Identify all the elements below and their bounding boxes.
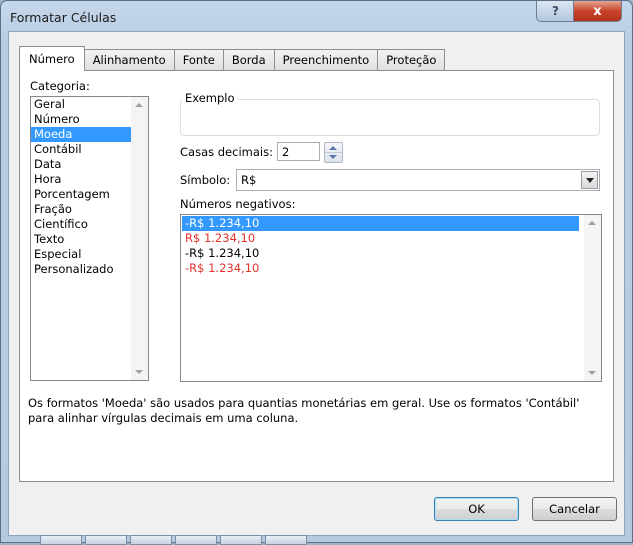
tab-alinhamento[interactable]: Alinhamento (83, 49, 175, 70)
tab-protecao[interactable]: Proteção (377, 49, 446, 70)
help-icon: ? (552, 4, 559, 18)
scroll-up-icon[interactable] (135, 103, 143, 107)
title-bar[interactable]: Formatar Células ? x (1, 1, 632, 35)
tab-numero[interactable]: Número (19, 46, 85, 71)
decimal-places-input[interactable]: 2 (277, 142, 320, 161)
dropdown-button[interactable] (581, 171, 598, 189)
category-item-texto[interactable]: Texto (31, 232, 144, 247)
close-icon: x (593, 3, 602, 19)
symbol-select[interactable]: R$ (236, 169, 600, 191)
negative-format-item[interactable]: R$ 1.234,10 (182, 231, 579, 246)
category-label: Categoria: (30, 79, 90, 93)
dialog-title: Formatar Células (10, 10, 117, 25)
scroll-down-icon[interactable] (135, 370, 143, 374)
sheet-tab (265, 535, 307, 545)
spin-down-icon[interactable] (329, 155, 337, 159)
background-sheet-tabs (40, 535, 307, 545)
scroll-down-icon[interactable] (588, 371, 596, 375)
category-item-contabil[interactable]: Contábil (31, 142, 144, 157)
category-item-especial[interactable]: Especial (31, 247, 144, 262)
number-tab-panel: Categoria: Geral Número Moeda Contábil D… (19, 70, 614, 482)
negative-format-item[interactable]: -R$ 1.234,10 (182, 261, 579, 276)
spin-up-icon[interactable] (329, 146, 337, 150)
ok-button[interactable]: OK (434, 497, 519, 521)
format-cells-dialog: Formatar Células ? x Número Alinhamento … (0, 0, 633, 543)
category-item-moeda[interactable]: Moeda (31, 127, 144, 142)
negative-format-item[interactable]: -R$ 1.234,10 (182, 246, 579, 261)
category-item-hora[interactable]: Hora (31, 172, 144, 187)
dialog-body: Número Alinhamento Fonte Borda Preenchim… (8, 31, 625, 536)
sheet-tab (175, 535, 217, 545)
symbol-label: Símbolo: (180, 173, 231, 187)
negative-numbers-list[interactable]: -R$ 1.234,10 R$ 1.234,10 -R$ 1.234,10 -R… (180, 214, 602, 382)
scroll-up-icon[interactable] (588, 221, 596, 225)
chevron-down-icon (586, 178, 594, 183)
category-item-porcentagem[interactable]: Porcentagem (31, 187, 144, 202)
category-item-cientifico[interactable]: Científico (31, 217, 144, 232)
cancel-button[interactable]: Cancelar (532, 497, 617, 521)
category-item-data[interactable]: Data (31, 157, 144, 172)
sheet-tab (220, 535, 262, 545)
tab-borda[interactable]: Borda (222, 49, 275, 70)
spin-divider (325, 152, 342, 153)
sheet-tab (40, 535, 82, 545)
tab-bar: Número Alinhamento Fonte Borda Preenchim… (19, 46, 446, 71)
format-description: Os formatos 'Moeda' são usados para quan… (28, 396, 580, 425)
symbol-value: R$ (241, 173, 257, 187)
category-item-personalizado[interactable]: Personalizado (31, 262, 144, 277)
category-item-numero[interactable]: Número (31, 112, 144, 127)
decimal-places-spinner[interactable] (324, 142, 343, 163)
help-button[interactable]: ? (536, 1, 575, 22)
category-item-fracao[interactable]: Fração (31, 202, 144, 217)
tab-fonte[interactable]: Fonte (173, 49, 224, 70)
example-box (180, 99, 600, 136)
sheet-tab (85, 535, 127, 545)
example-label: Exemplo (182, 91, 238, 105)
sheet-tab (130, 535, 172, 545)
tab-preenchimento[interactable]: Preenchimento (273, 49, 379, 70)
category-list[interactable]: Geral Número Moeda Contábil Data Hora Po… (30, 96, 149, 381)
decimal-places-label: Casas decimais: (180, 145, 273, 159)
negative-numbers-scrollbar[interactable] (584, 215, 601, 381)
category-item-geral[interactable]: Geral (31, 97, 144, 112)
close-button[interactable]: x (573, 1, 622, 22)
negative-numbers-label: Números negativos: (180, 197, 296, 211)
category-scrollbar[interactable] (131, 97, 148, 380)
negative-format-item[interactable]: -R$ 1.234,10 (182, 216, 579, 231)
